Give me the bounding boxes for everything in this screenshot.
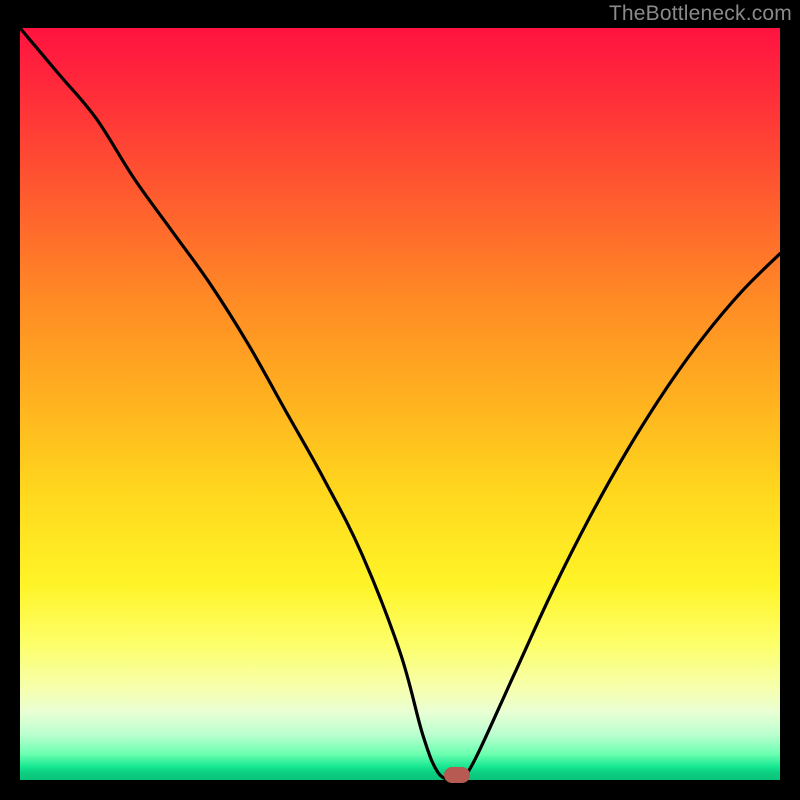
chart-frame: TheBottleneck.com — [0, 0, 800, 800]
optimal-point-marker — [444, 767, 470, 783]
bottleneck-curve — [20, 28, 780, 780]
plot-area — [20, 28, 780, 780]
watermark-text: TheBottleneck.com — [609, 2, 792, 26]
